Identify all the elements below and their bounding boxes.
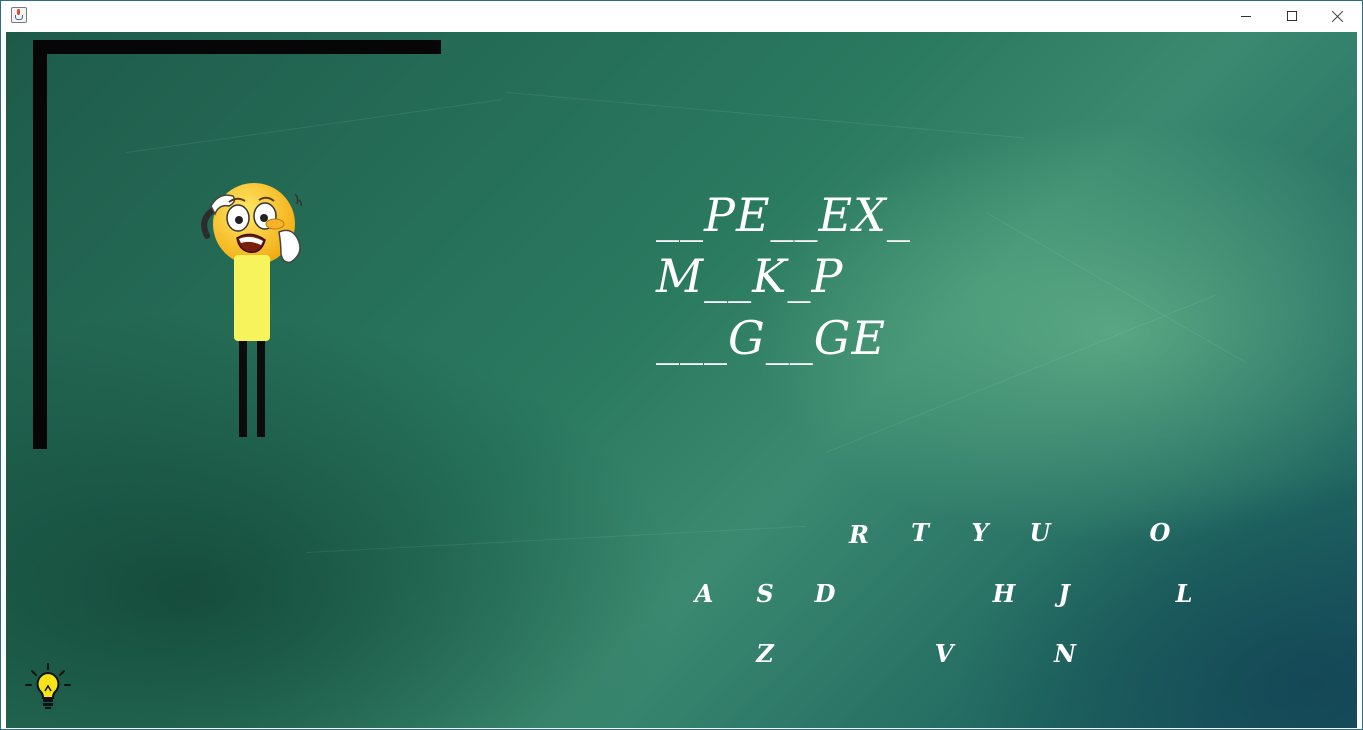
minimize-icon [1241,15,1251,17]
hidden-word-3: ___G__GE [656,311,887,365]
chalk-scratch [505,92,1025,139]
key-v[interactable]: V [926,635,962,671]
figure-torso [234,255,270,341]
maximize-button[interactable] [1269,1,1315,31]
key-z[interactable]: Z [747,635,783,671]
chalk-scratch [985,212,1247,363]
chalkboard: __PE__EX_ M__K_P ___G__GE R T Y U O A S … [6,32,1357,728]
key-j[interactable]: J [1046,575,1082,611]
key-y[interactable]: Y [962,514,998,550]
key-r[interactable]: R [841,516,877,552]
key-n[interactable]: N [1047,635,1083,671]
key-u[interactable]: U [1022,514,1058,550]
java-app-icon [11,7,27,23]
close-button[interactable] [1315,1,1361,31]
key-t[interactable]: T [902,514,938,550]
app-window: __PE__EX_ M__K_P ___G__GE R T Y U O A S … [0,0,1363,730]
hidden-word-2: M__K_P [656,249,844,303]
key-a[interactable]: A [686,575,722,611]
figure-left-leg [239,341,247,437]
minimize-button[interactable] [1223,1,1269,31]
chalk-scratch [125,99,503,153]
close-icon [1332,10,1344,22]
key-s[interactable]: S [747,575,783,611]
key-l[interactable]: L [1166,575,1202,611]
key-h[interactable]: H [986,575,1022,611]
key-o[interactable]: O [1142,514,1178,550]
chalk-scratch [305,525,806,553]
gallows-post [33,40,47,449]
figure-right-leg [257,341,265,437]
lightbulb-icon[interactable] [24,662,72,712]
gallows-beam [33,40,441,54]
key-d[interactable]: D [807,575,843,611]
title-bar[interactable] [1,1,1362,31]
maximize-icon [1287,11,1297,21]
hidden-word-1: __PE__EX_ [656,188,911,242]
